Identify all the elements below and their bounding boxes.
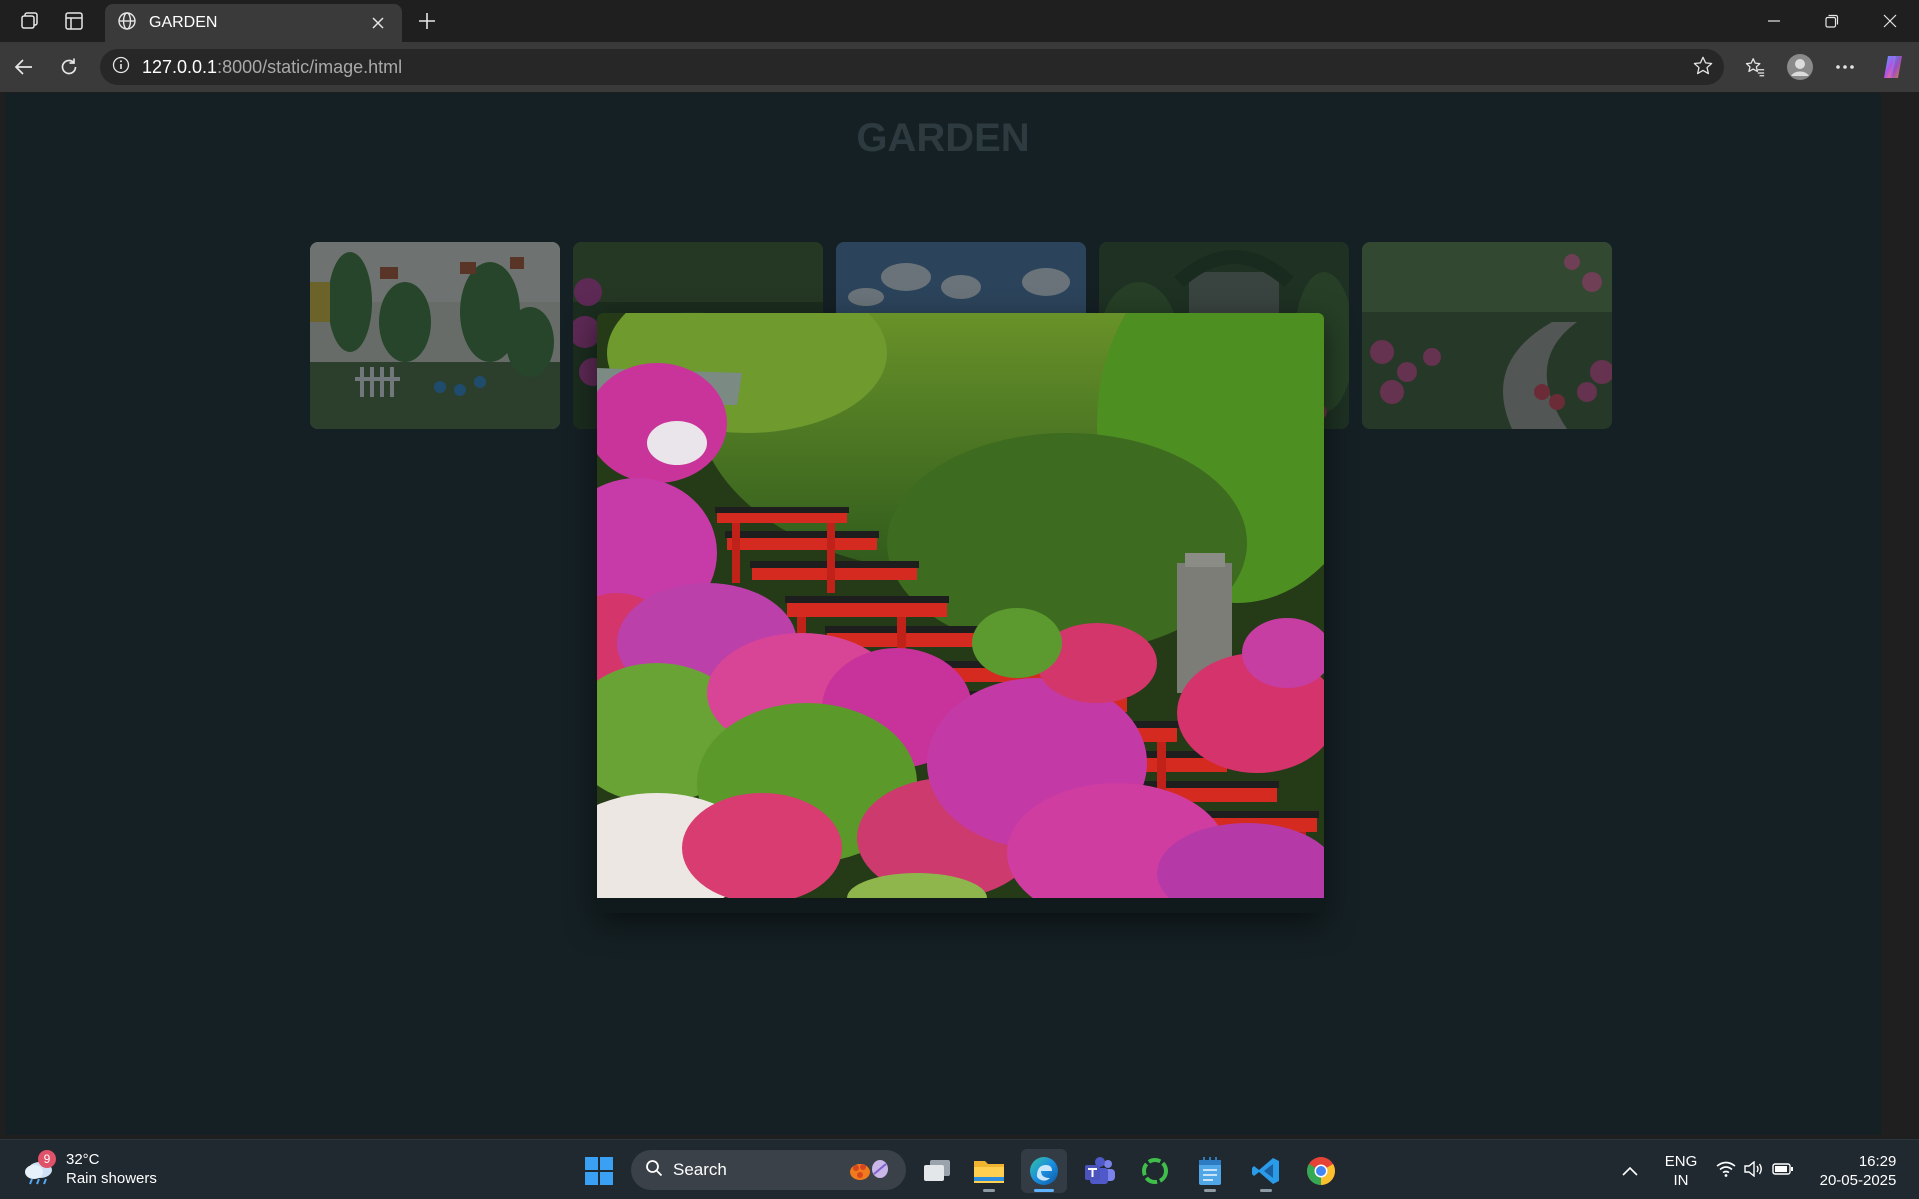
language-code: ENG [1664,1153,1698,1170]
image-lightbox[interactable] [597,313,1324,913]
language-region: IN [1673,1172,1689,1189]
task-view-icon[interactable] [914,1149,960,1193]
teams-icon[interactable] [1077,1149,1123,1193]
sync-app-icon[interactable] [1132,1149,1178,1193]
site-info-icon[interactable] [112,56,130,79]
favorites-icon[interactable] [1737,50,1773,84]
battery-icon [1772,1162,1794,1180]
weather-widget[interactable]: 9 32°C Rain showers [22,1150,157,1188]
address-bar[interactable]: 127.0.0.1:8000/static/image.html [100,49,1724,85]
notepad-icon[interactable] [1187,1149,1233,1193]
clock-date: 20-05-2025 [1819,1172,1897,1189]
tab-title: GARDEN [149,14,218,31]
gallery-thumbnail-1[interactable] [310,242,560,429]
show-hidden-icons-chevron-icon[interactable] [1610,1149,1650,1193]
wifi-icon [1716,1161,1736,1182]
start-button[interactable] [576,1149,622,1193]
clock[interactable]: 16:29 20-05-2025 [1808,1149,1908,1193]
rain-cloud-icon: 9 [22,1150,56,1186]
browser-toolbar: 127.0.0.1:8000/static/image.html [0,42,1919,92]
language-indicator[interactable]: ENG IN [1655,1149,1707,1193]
edge-browser-icon[interactable] [1021,1149,1067,1193]
weather-temperature: 32°C [66,1151,100,1168]
url-text: 127.0.0.1:8000/static/image.html [142,56,403,77]
search-highlight-icon [848,1156,892,1189]
taskbar-search[interactable]: Search [631,1150,906,1190]
weather-condition: Rain showers [66,1170,157,1187]
copilot-icon[interactable] [1875,50,1911,84]
taskbar: 9 32°C Rain showers Search ENG IN 16:29 … [0,1139,1919,1199]
clock-time: 16:29 [1858,1153,1897,1170]
reload-icon[interactable] [51,50,87,84]
volume-icon [1744,1160,1764,1182]
tab-strip: GARDEN [0,0,1919,42]
search-icon [645,1159,663,1182]
chrome-icon[interactable] [1298,1149,1344,1193]
new-tab-button[interactable] [410,5,444,37]
workspaces-icon[interactable] [12,5,48,37]
close-window-icon[interactable] [1861,0,1919,42]
globe-icon [117,11,137,36]
minimize-icon[interactable] [1745,0,1803,42]
restore-icon[interactable] [1803,0,1861,42]
system-tray-status[interactable] [1710,1149,1800,1193]
profile-avatar-icon[interactable] [1782,50,1818,84]
more-options-icon[interactable] [1827,50,1863,84]
vertical-tabs-icon[interactable] [56,5,92,37]
page-heading: GARDEN [856,116,1030,160]
close-tab-icon[interactable] [366,11,390,35]
weather-badge: 9 [38,1150,56,1168]
lightbox-image [597,313,1324,913]
search-label: Search [673,1160,727,1179]
vscode-icon[interactable] [1243,1149,1289,1193]
active-tab[interactable]: GARDEN [105,4,402,42]
page-content: GARDEN [5,93,1881,1135]
gallery-thumbnail-5[interactable] [1362,242,1612,429]
back-arrow-icon[interactable] [6,50,42,84]
favorite-star-icon[interactable] [1692,55,1714,82]
file-explorer-icon[interactable] [966,1149,1012,1193]
